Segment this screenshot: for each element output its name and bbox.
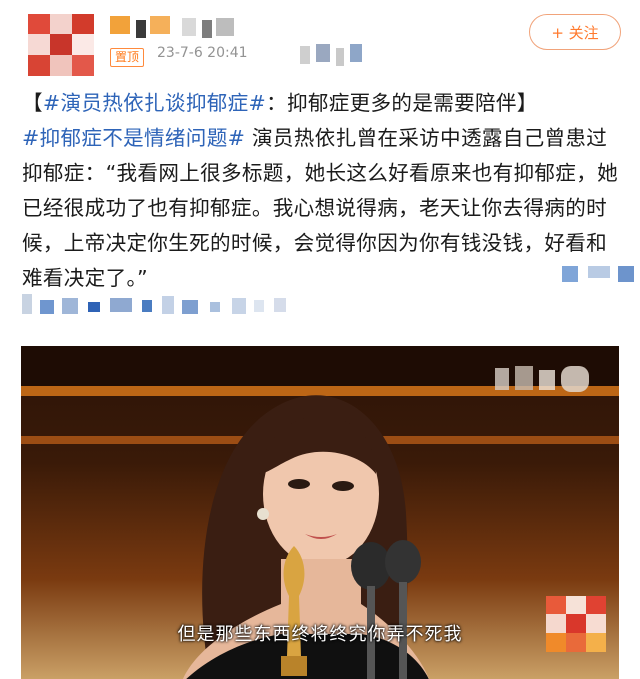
- watermark-blurred: [495, 362, 605, 396]
- post-text: 【#演员热依扎谈抑郁症#：抑郁症更多的是需要陪伴】 #抑郁症不是情绪问题# 演员热…: [22, 86, 627, 296]
- post-timestamp: 23-7-6 20:41: [157, 45, 248, 61]
- pinned-badge: 置顶: [110, 48, 145, 67]
- title-rest: ：抑郁症更多的是需要陪伴】: [266, 91, 538, 115]
- location-blurred: [300, 42, 380, 66]
- avatar[interactable]: [28, 14, 94, 76]
- post-body: 演员热依扎曾在采访中透露自己曾患过抑郁症：“我看网上很多标题，她长这么好看原来也…: [22, 126, 618, 290]
- username-blurred[interactable]: [110, 14, 260, 38]
- video-subtitle: 但是那些东西终将终究你弄不死我: [177, 624, 463, 645]
- hashtag-depression[interactable]: #抑郁症不是情绪问题#: [22, 126, 245, 150]
- hashtag-title[interactable]: #演员热依扎谈抑郁症#: [43, 91, 266, 115]
- bracket-open: 【: [22, 91, 43, 115]
- blurred-link-row[interactable]: [22, 266, 634, 320]
- video-thumbnail[interactable]: 但是那些东西终将终究你弄不死我: [21, 346, 619, 679]
- follow-button[interactable]: + 关注: [529, 14, 621, 50]
- trophy-icon: [281, 546, 307, 676]
- microphone-icon: [351, 540, 421, 679]
